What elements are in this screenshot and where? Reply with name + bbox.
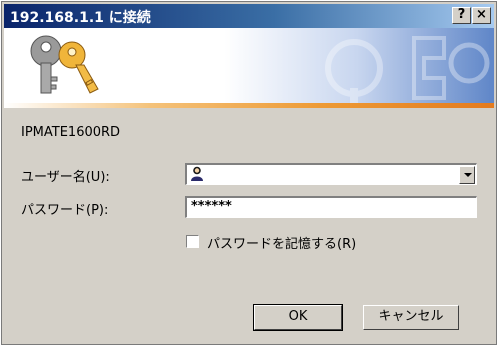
remember-password-checkbox[interactable] [186,235,199,248]
banner-accent-line [4,103,494,108]
password-label: パスワード(P): [21,203,109,218]
remember-password-label[interactable]: パスワードを記憶する(R) [207,233,356,252]
window-title: 192.168.1.1 に接続 [10,10,151,26]
keys-icon [30,35,99,94]
title-bar[interactable]: 192.168.1.1 に接続 ? × [4,4,494,28]
password-value: ****** [191,199,232,214]
realm-text: IPMATE1600RD [21,125,121,140]
login-dialog: 192.168.1.1 に接続 ? × IPMATE1600RD ユーザー名(U… [1,1,497,345]
banner [4,28,494,104]
ok-button[interactable]: OK [253,304,343,331]
help-button[interactable]: ? [452,7,471,24]
banner-watermark [325,36,490,104]
user-icon [191,166,203,181]
password-input[interactable]: ****** [185,196,477,218]
username-label: ユーザー名(U): [21,170,110,185]
close-button[interactable]: × [472,7,491,24]
cancel-button[interactable]: キャンセル [363,305,459,330]
username-combobox[interactable] [185,163,477,185]
username-dropdown-button[interactable] [459,166,475,184]
